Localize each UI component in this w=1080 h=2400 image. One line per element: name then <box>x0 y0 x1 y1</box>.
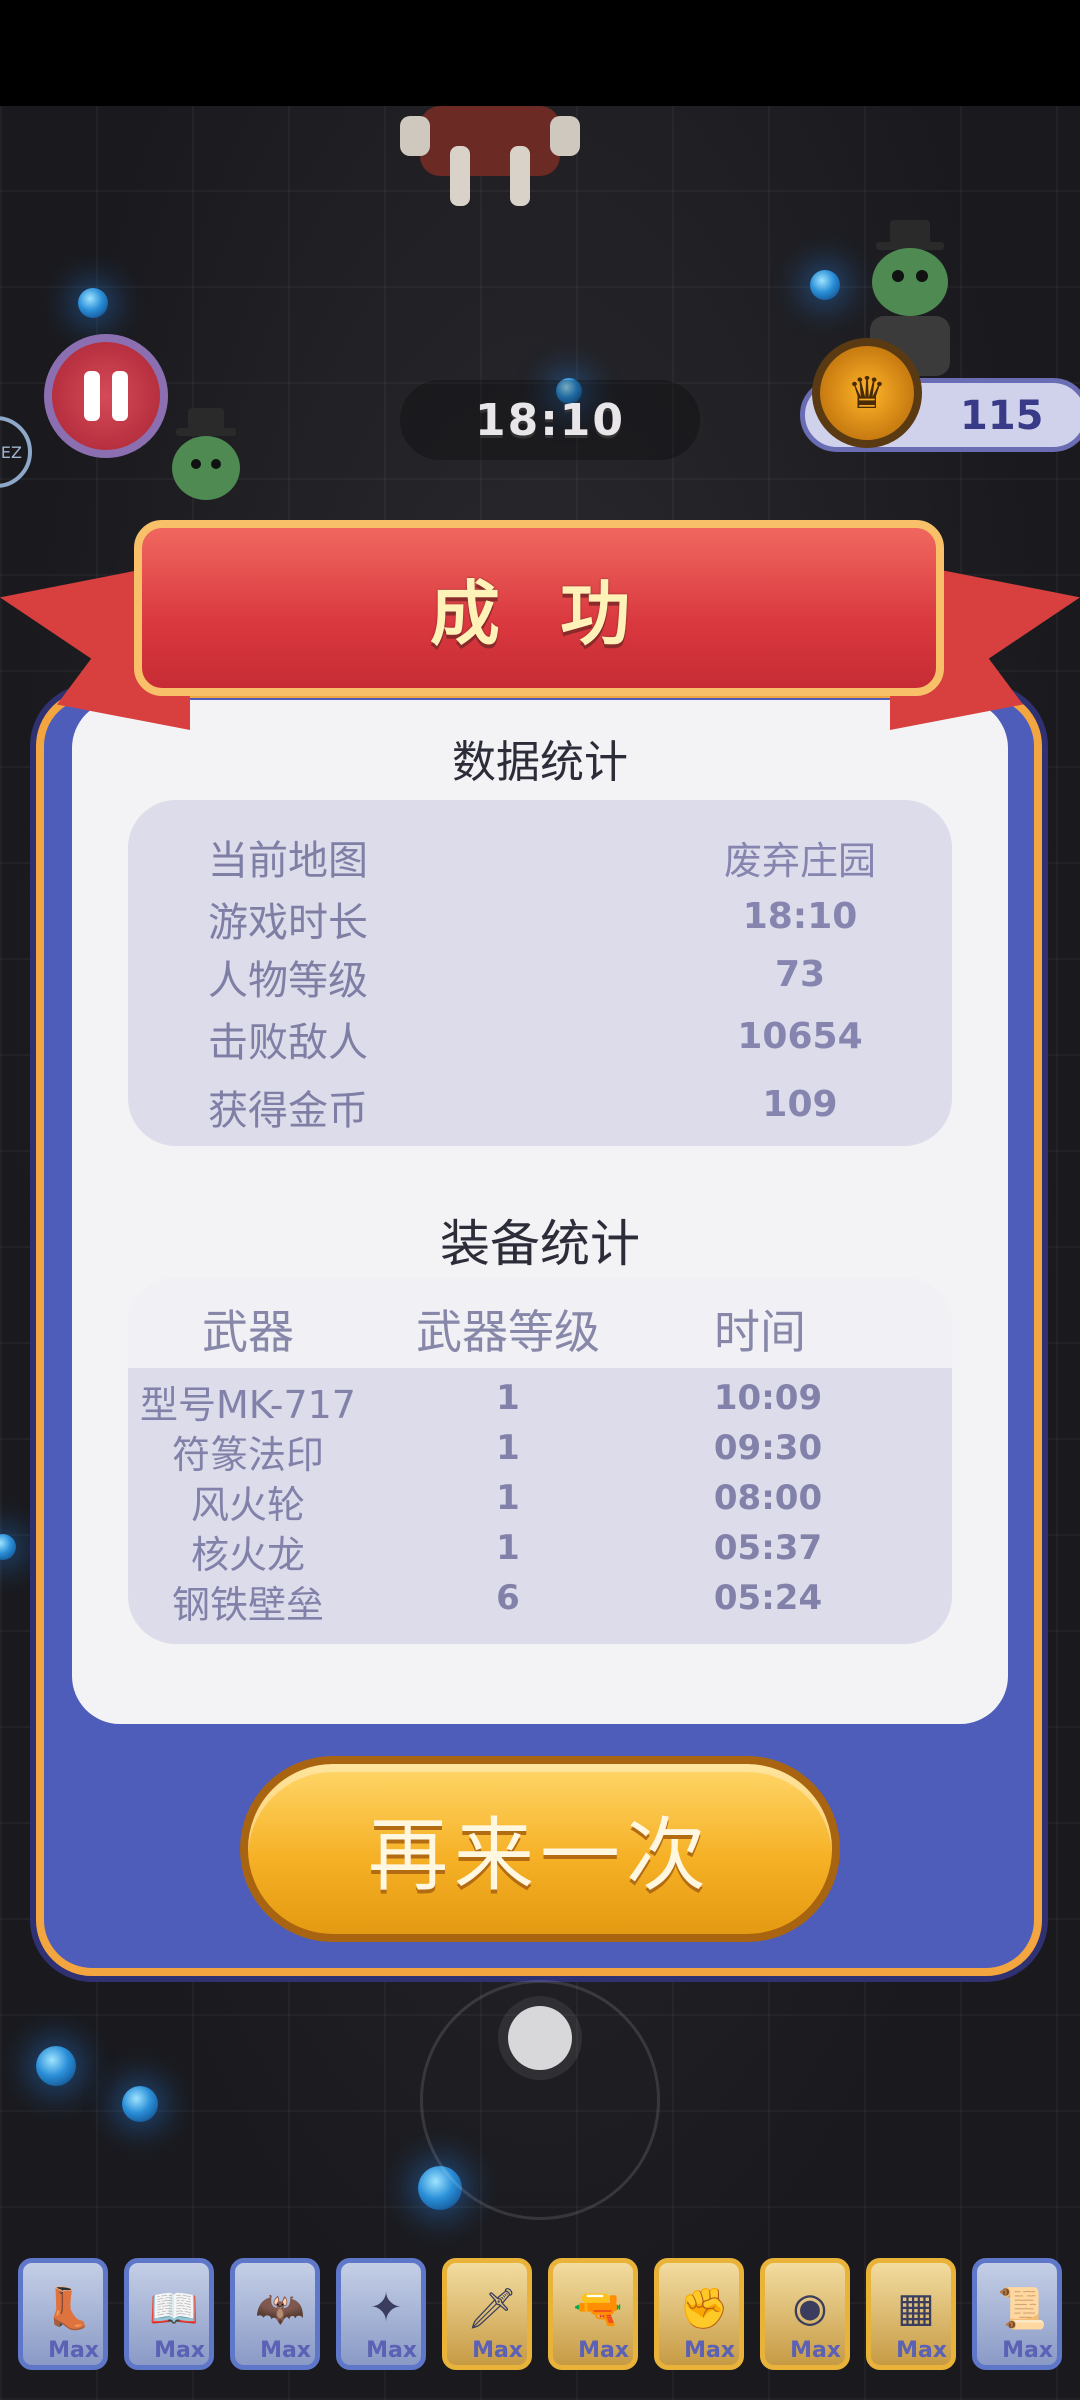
skeleton-enemy <box>400 106 580 206</box>
coin-count: 115 <box>960 393 1044 439</box>
skill-level-label: Max <box>366 2338 417 2363</box>
equipment-header: 武器 <box>202 1305 294 1359</box>
equipment-header: 时间 <box>714 1305 806 1359</box>
exp-orb <box>36 2046 76 2086</box>
equipment-level: 1 <box>496 1528 520 1568</box>
stat-label: 游戏时长 <box>208 900 368 946</box>
equipment-weapon: 钢铁壁垒 <box>171 1583 324 1627</box>
crown-icon: ♛ <box>812 338 922 448</box>
skill-slot: 🔫 Max <box>548 2258 638 2370</box>
boot-icon: 👢 <box>43 2285 93 2332</box>
equipment-level: 6 <box>496 1578 520 1618</box>
equipment-level: 1 <box>496 1378 520 1418</box>
brick-icon: ▦ <box>897 2285 935 2331</box>
stat-label: 击败敌人 <box>208 1020 368 1066</box>
stat-label: 当前地图 <box>208 838 368 884</box>
skill-level-label: Max <box>790 2338 841 2363</box>
stat-value: 109 <box>762 1084 838 1125</box>
equipment-level: 1 <box>496 1428 520 1468</box>
sword-icon: 🗡 <box>466 2285 518 2332</box>
pause-button[interactable] <box>44 334 168 458</box>
status-bar <box>0 0 1080 106</box>
equipment-header: 武器等级 <box>416 1305 600 1359</box>
bat-icon: 🦇 <box>255 2285 305 2332</box>
stat-value: 10654 <box>737 1016 863 1057</box>
skill-slot: 📖 Max <box>124 2258 214 2370</box>
skill-level-label: Max <box>154 2338 205 2363</box>
pause-icon-bar <box>84 371 100 421</box>
orb-icon: ◉ <box>792 2285 828 2331</box>
stats-section-title: 数据统计 <box>452 737 628 788</box>
blaster-icon: 🔫 <box>573 2285 623 2332</box>
skill-slot: 🦇 Max <box>230 2258 320 2370</box>
equipment-time: 08:00 <box>713 1478 823 1518</box>
equipment-section-title: 装备统计 <box>440 1215 640 1273</box>
skill-slot: 👢 Max <box>18 2258 108 2370</box>
play-again-label[interactable]: 再来一次 <box>240 1756 840 1942</box>
equipment-level: 1 <box>496 1478 520 1518</box>
skill-slot: ▦ Max <box>866 2258 956 2370</box>
pause-icon-bar <box>112 371 128 421</box>
skill-slot: 📜 Max <box>972 2258 1062 2370</box>
game-timer: 18:10 <box>400 380 700 460</box>
wings-icon: ✦ <box>369 2285 403 2331</box>
stat-value: 废弃庄园 <box>723 839 876 883</box>
stat-label: 获得金币 <box>208 1088 368 1134</box>
equipment-weapon: 风火轮 <box>190 1483 305 1527</box>
skill-slot: ✊ Max <box>654 2258 744 2370</box>
equipment-time: 05:24 <box>713 1578 823 1618</box>
zombie-enemy <box>172 408 240 500</box>
exp-orb <box>810 270 840 300</box>
skill-slot: ◉ Max <box>760 2258 850 2370</box>
exp-orb <box>122 2086 158 2122</box>
equipment-time: 05:37 <box>713 1528 823 1568</box>
skill-level-label: Max <box>1002 2338 1053 2363</box>
skill-level-label: Max <box>578 2338 629 2363</box>
equipment-weapon: 核火龙 <box>190 1533 305 1577</box>
book-icon: 📖 <box>149 2285 199 2332</box>
equipment-time: 10:09 <box>713 1378 823 1418</box>
skill-level-label: Max <box>48 2338 99 2363</box>
stat-value: 73 <box>774 954 826 995</box>
skill-level-label: Max <box>896 2338 947 2363</box>
scroll-icon: 📜 <box>997 2285 1047 2332</box>
glove-icon: ✊ <box>679 2285 729 2332</box>
exp-orb <box>78 288 108 318</box>
stat-value: 18:10 <box>742 896 858 937</box>
skill-level-label: Max <box>260 2338 311 2363</box>
skill-level-label: Max <box>472 2338 523 2363</box>
joystick-knob[interactable] <box>508 2006 572 2070</box>
equipment-weapon: 型号MK-717 <box>140 1383 356 1427</box>
skill-level-label: Max <box>684 2338 735 2363</box>
stat-label: 人物等级 <box>208 958 368 1004</box>
equipment-time: 09:30 <box>713 1428 823 1468</box>
equipment-weapon: 符篆法印 <box>171 1433 324 1477</box>
skill-slot: 🗡 Max <box>442 2258 532 2370</box>
skill-slot: ✦ Max <box>336 2258 426 2370</box>
dialog-title: 成 功 <box>429 572 649 655</box>
